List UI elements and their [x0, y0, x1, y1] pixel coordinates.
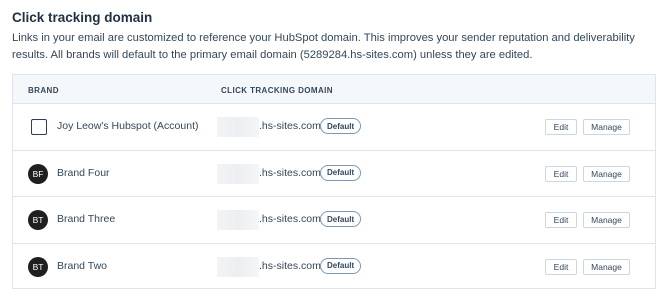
avatar: BF — [28, 163, 48, 184]
domain-suffix: .hs-sites.com — [259, 120, 321, 132]
subdomain-redacted — [217, 256, 259, 277]
default-badge: Default — [320, 118, 362, 134]
table-row: BT Brand Two .hs-sites.com Default Edit … — [13, 244, 655, 291]
avatar: BT — [28, 210, 48, 230]
brand-name: Brand Two — [57, 259, 108, 272]
domain-suffix: .hs-sites.com — [259, 213, 321, 225]
domain-suffix: .hs-sites.com — [259, 166, 321, 179]
brand-name: Joy Leow's Hubspot (Account) — [57, 120, 199, 132]
subdomain-redacted — [217, 210, 259, 230]
edit-button[interactable]: Edit — [545, 119, 577, 135]
edit-button[interactable]: Edit — [545, 258, 577, 275]
subdomain-redacted — [217, 117, 259, 137]
section-description: Links in your email are customized to re… — [12, 32, 635, 61]
avatar: BT — [28, 256, 48, 277]
section-title: Click tracking domain — [12, 10, 153, 25]
edit-button[interactable]: Edit — [545, 165, 577, 182]
manage-button[interactable]: Manage — [583, 165, 630, 182]
manage-button[interactable]: Manage — [583, 119, 630, 135]
checkbox-square-icon — [31, 119, 47, 135]
brands-table: BRAND CLICK TRACKING DOMAIN Joy Leow's H… — [12, 74, 656, 289]
default-badge: Default — [320, 164, 362, 181]
table-header: BRAND CLICK TRACKING DOMAIN — [13, 75, 655, 104]
table-row: BF Brand Four .hs-sites.com Default Edit… — [13, 151, 655, 197]
brand-name: Brand Four — [57, 166, 110, 179]
manage-button[interactable]: Manage — [583, 258, 630, 275]
default-badge: Default — [320, 257, 362, 274]
subdomain-redacted — [217, 163, 259, 184]
edit-button[interactable]: Edit — [545, 212, 577, 228]
table-row: BT Brand Three .hs-sites.com Default Edi… — [13, 197, 655, 244]
brand-column-header: BRAND — [28, 86, 59, 95]
domain-column-header: CLICK TRACKING DOMAIN — [221, 86, 333, 95]
default-badge: Default — [320, 211, 362, 227]
domain-suffix: .hs-sites.com — [259, 259, 321, 272]
manage-button[interactable]: Manage — [583, 212, 630, 228]
brand-name: Brand Three — [57, 213, 116, 225]
table-row: Joy Leow's Hubspot (Account) .hs-sites.c… — [13, 104, 655, 151]
